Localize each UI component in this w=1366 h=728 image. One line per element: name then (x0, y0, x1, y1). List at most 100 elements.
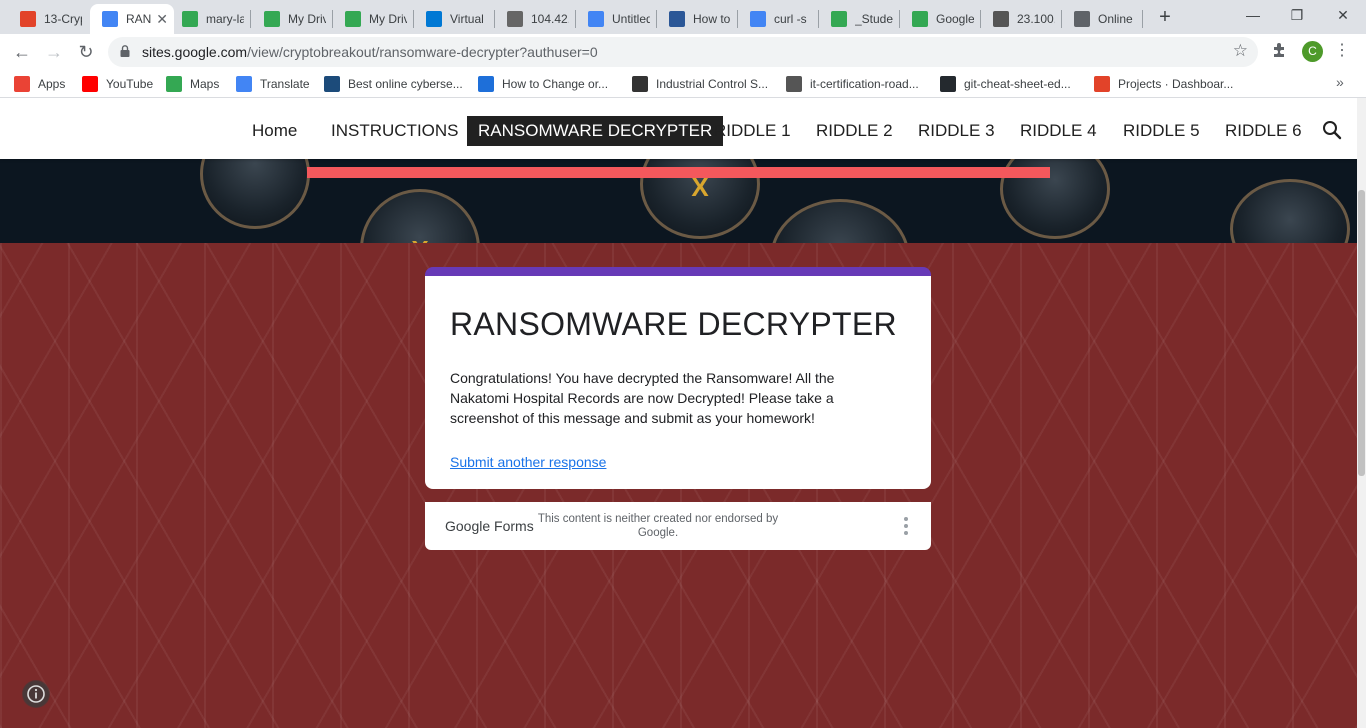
server-icon (507, 11, 523, 27)
tab-title: 13-Cryp (44, 12, 82, 26)
bookmark-item[interactable]: Apps (14, 75, 65, 93)
endorsement-disclaimer: This content is neither created nor endo… (537, 513, 779, 539)
azure-icon (426, 11, 442, 27)
bookmark-label: How to Change or... (502, 77, 609, 91)
profile-avatar[interactable]: C (1302, 41, 1323, 62)
tab-title: Untitled (612, 12, 650, 26)
youtube-icon (82, 76, 98, 92)
bookmark-label: git-cheat-sheet-ed... (964, 77, 1071, 91)
tab-separator (1142, 10, 1143, 28)
ut-icon (669, 11, 685, 27)
google-docs-icon (588, 11, 604, 27)
site-nav-item[interactable]: Home (241, 116, 308, 146)
page-viewport: Home INSTRUCTIONS RANSOMWARE DECRYPTER RIDD… (0, 98, 1357, 728)
typewriter-key: X (360, 189, 480, 243)
lock-icon[interactable] (120, 45, 130, 57)
browser-tab[interactable]: mary-la (170, 4, 250, 34)
browser-tab-strip: + — ❐ ✕ 13-Cryp RAN ✕ mary-la My Driv My Driv… (0, 0, 1366, 34)
typewriter-key (1230, 179, 1350, 243)
gitlab-icon (1094, 76, 1110, 92)
bookmark-item[interactable]: it-certification-road... (786, 75, 919, 93)
new-tab-button[interactable]: + (1154, 6, 1176, 28)
google-drive-icon (182, 11, 198, 27)
bookmark-item[interactable]: Industrial Control S... (632, 75, 768, 93)
reload-button[interactable]: ↻ (74, 40, 98, 64)
tab-title: Google (936, 12, 974, 26)
bookmark-item[interactable]: git-cheat-sheet-ed... (940, 75, 1071, 93)
back-button[interactable]: ← (10, 40, 34, 64)
url-text[interactable]: sites.google.com/view/cryptobreakout/ran… (142, 44, 598, 60)
tab-title: 104.42. (531, 12, 569, 26)
browser-tab[interactable]: My Driv (252, 4, 332, 34)
google-maps-icon (166, 76, 182, 92)
extensions-puzzle-icon[interactable] (1270, 40, 1290, 60)
forward-button[interactable]: → (42, 40, 66, 64)
typewriter-key: Z (770, 199, 910, 243)
site-nav-item[interactable]: RIDDLE 1 (703, 116, 802, 146)
site-nav-item[interactable]: RANSOMWARE DECRYPTER (467, 116, 724, 146)
forms-wordmark: Forms (494, 518, 534, 534)
tab-title: Virtual (450, 12, 484, 26)
apps-grid-icon (14, 76, 30, 92)
bookmark-label: Apps (38, 77, 66, 91)
more-options-icon[interactable] (901, 514, 911, 538)
browser-menu-icon[interactable]: ⋮ (1334, 40, 1350, 62)
minimize-button[interactable]: — (1230, 0, 1276, 30)
bookmark-item[interactable]: Best online cyberse... (324, 75, 463, 93)
site-nav-item[interactable]: RIDDLE 6 (1214, 116, 1313, 146)
site-nav-item[interactable]: RIDDLE 4 (1009, 116, 1108, 146)
typewriter-key (200, 159, 310, 229)
site-nav-item[interactable]: INSTRUCTIONS (320, 116, 470, 146)
bookmark-item[interactable]: Translate (236, 75, 310, 93)
tab-title: curl -s (774, 12, 807, 26)
site-nav-item[interactable]: RIDDLE 5 (1112, 116, 1211, 146)
google-sites-icon (102, 11, 118, 27)
browser-tab[interactable]: Online (1062, 4, 1142, 34)
tab-separator (250, 10, 251, 28)
globe-icon (1074, 11, 1090, 27)
search-icon[interactable] (1322, 120, 1342, 140)
browser-tab[interactable]: Untitled (576, 4, 656, 34)
browser-tab[interactable]: How to (657, 4, 737, 34)
browser-tab[interactable]: My Driv (333, 4, 413, 34)
tab-close-icon[interactable]: ✕ (156, 11, 168, 28)
window-close-button[interactable]: ✕ (1320, 0, 1366, 30)
browser-tab[interactable]: Virtual (414, 4, 494, 34)
browser-tab[interactable]: 23.100. (981, 4, 1061, 34)
site-nav-item[interactable]: RIDDLE 3 (907, 116, 1006, 146)
site-nav-item[interactable]: RIDDLE 2 (805, 116, 904, 146)
browser-tab[interactable]: Google (900, 4, 980, 34)
bookmark-item[interactable]: YouTube (82, 75, 153, 93)
google-forms-logo[interactable]: Google Forms (445, 518, 534, 534)
address-bar[interactable]: sites.google.com/view/cryptobreakout/ran… (108, 37, 1258, 67)
bookmark-label: Industrial Control S... (656, 77, 769, 91)
browser-tab[interactable]: _Studen (819, 4, 899, 34)
url-host: sites.google.com (142, 44, 248, 60)
bookmark-item[interactable]: How to Change or... (478, 75, 608, 93)
bookmark-item[interactable]: Projects · Dashboar... (1094, 75, 1233, 93)
github-icon (940, 76, 956, 92)
banner-accent-bar (307, 167, 1050, 178)
bookmark-label: Maps (190, 77, 220, 91)
form-title: RANSOMWARE DECRYPTER (450, 306, 897, 342)
tab-title: 23.100. (1017, 12, 1055, 26)
browser-tab[interactable]: 104.42. (495, 4, 575, 34)
page-scrollbar-thumb[interactable] (1358, 190, 1365, 476)
submit-another-response-link[interactable]: Submit another response (450, 454, 606, 470)
browser-tab[interactable]: curl -s (738, 4, 818, 34)
google-icon (750, 11, 766, 27)
restore-button[interactable]: ❐ (1274, 0, 1320, 30)
bookmark-star-icon[interactable]: ☆ (1233, 41, 1248, 61)
google-drive-icon (831, 11, 847, 27)
kali-icon (993, 11, 1009, 27)
book-icon (786, 76, 802, 92)
browser-tab[interactable]: 13-Cryp (8, 4, 88, 34)
tab-title: _Studen (855, 12, 893, 26)
bookmark-item[interactable]: Maps (166, 75, 219, 93)
bookmarks-overflow-button[interactable]: » (1336, 74, 1344, 90)
google-drive-icon (264, 11, 280, 27)
browser-tab[interactable]: RAN ✕ (90, 4, 174, 34)
bookmarks-bar: » Apps YouTube Maps Translate Best online cy… (0, 70, 1366, 98)
site-info-icon[interactable] (22, 680, 50, 708)
gitlab-icon (20, 11, 36, 27)
